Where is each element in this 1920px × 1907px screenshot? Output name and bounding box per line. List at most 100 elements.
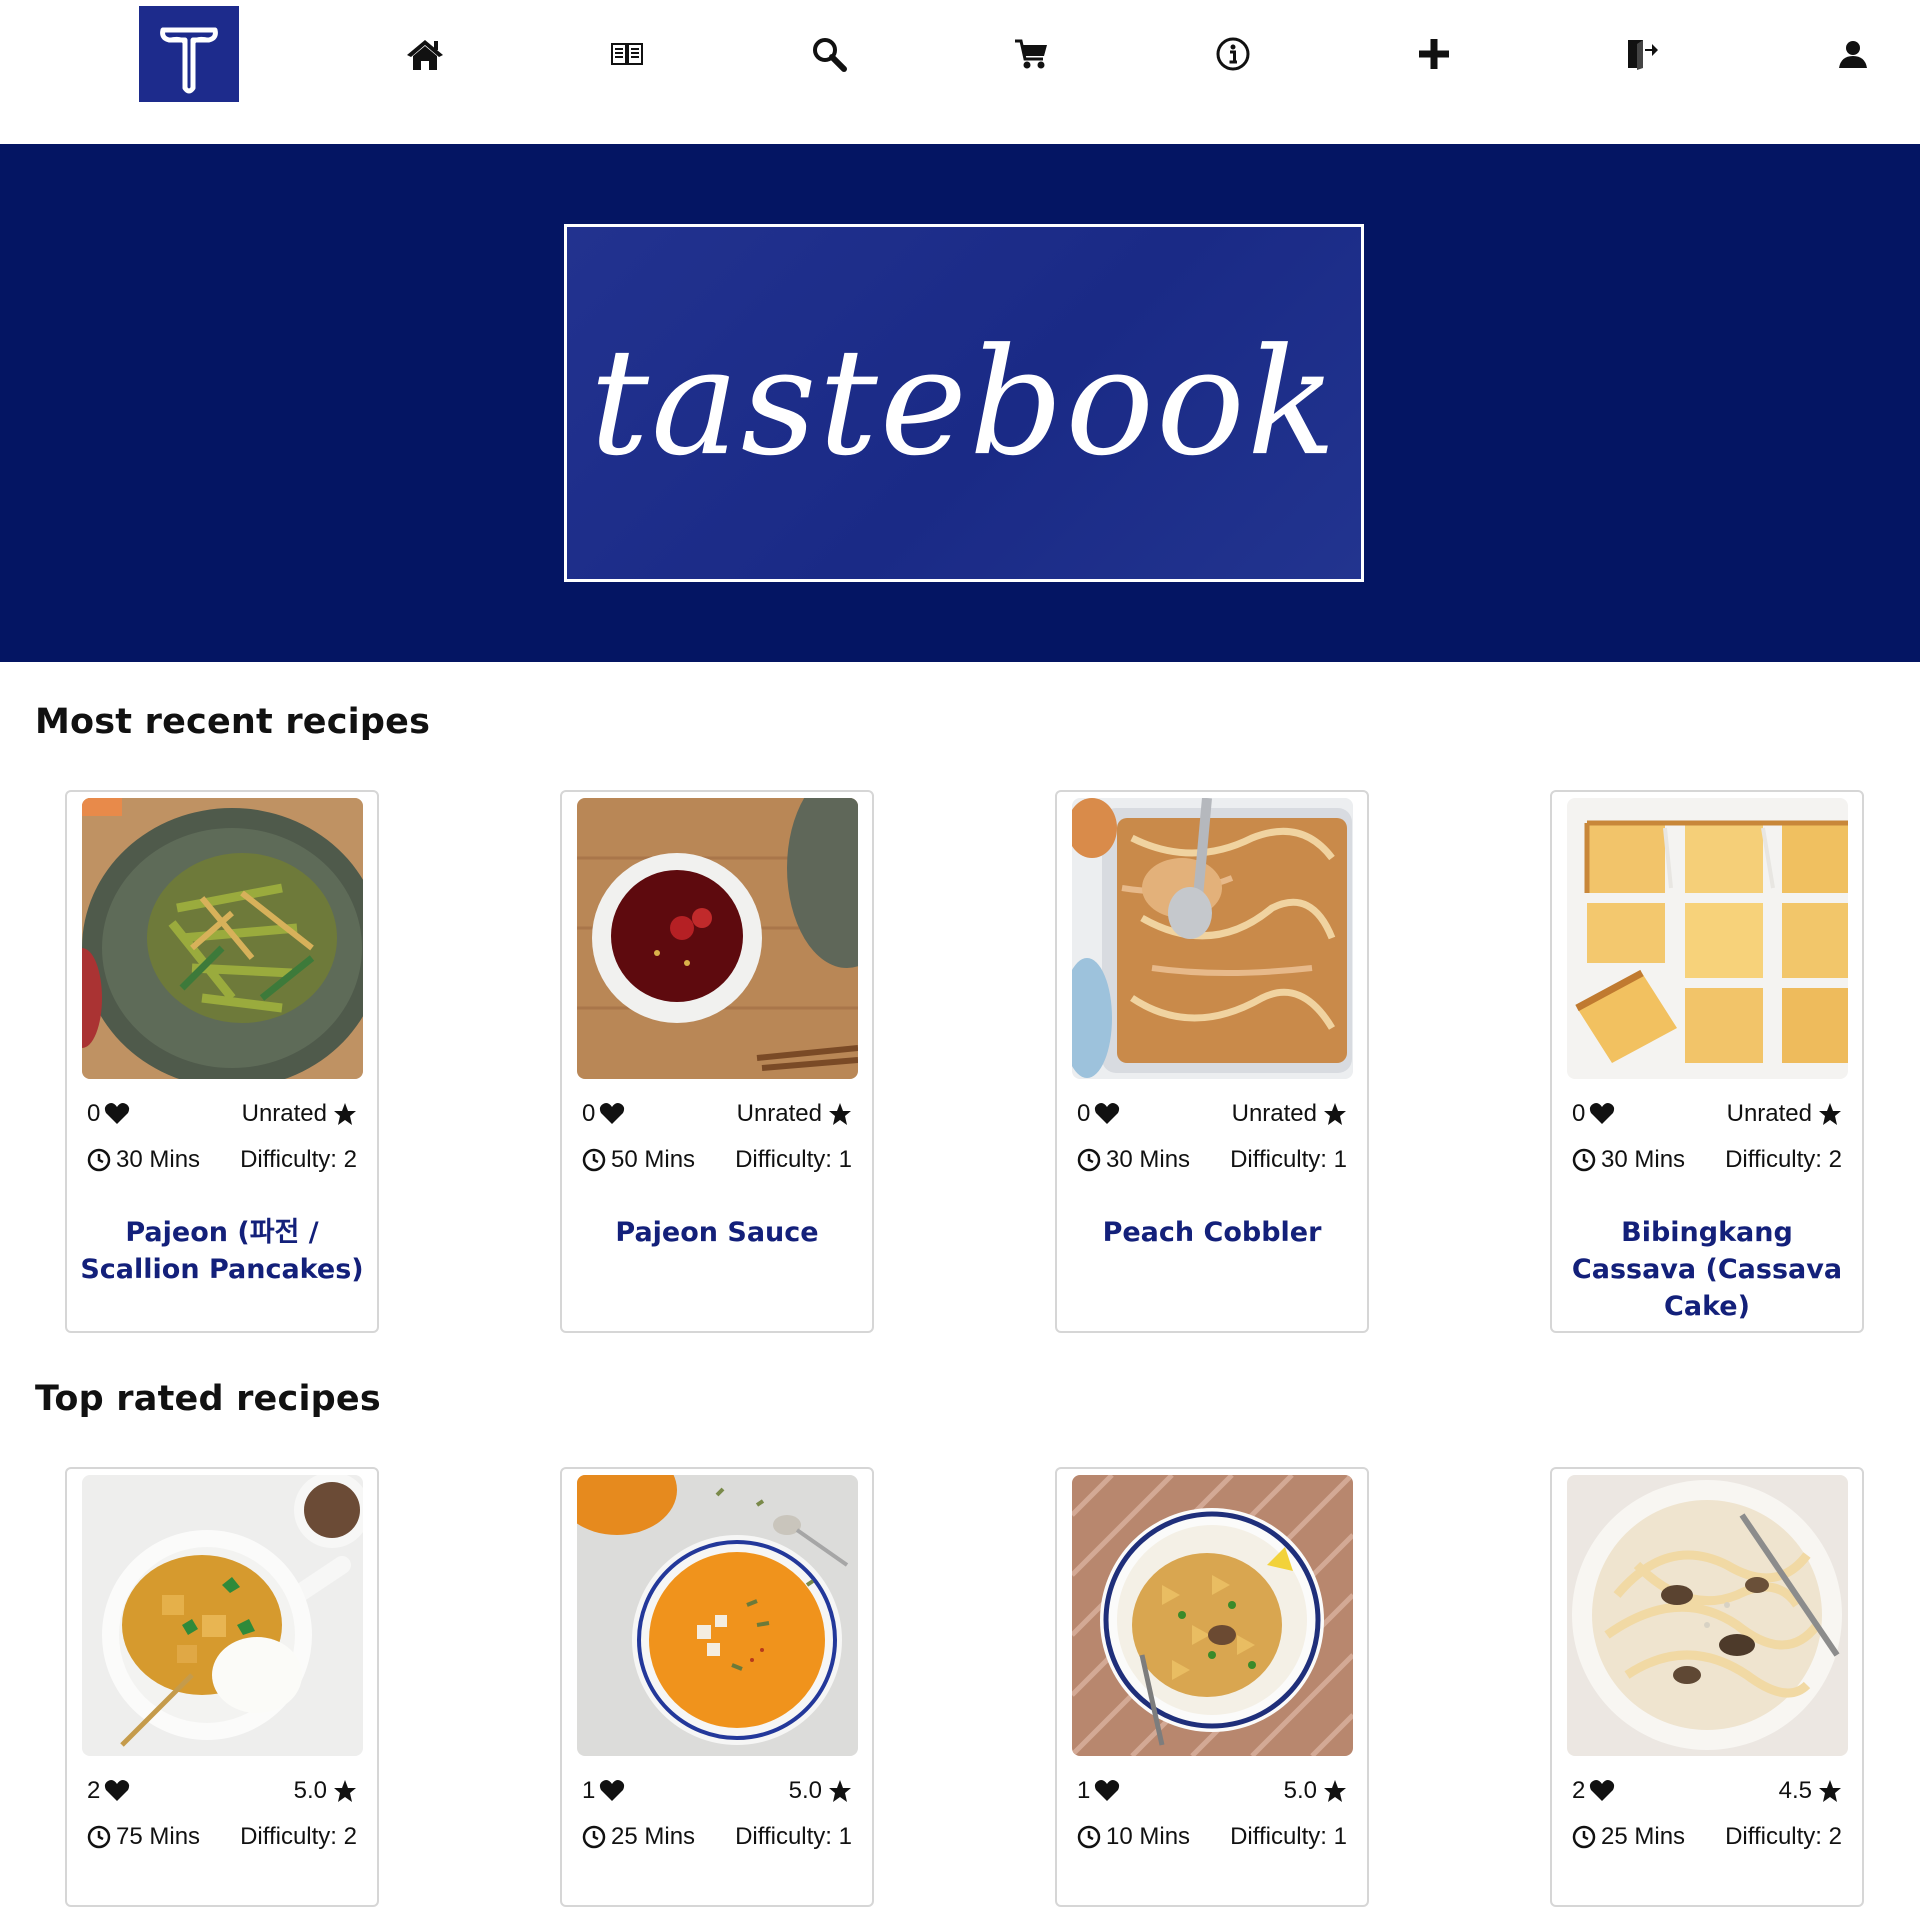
cook-time: 50 Mins xyxy=(582,1146,695,1174)
rating: Unrated xyxy=(1232,1100,1347,1128)
heart-icon xyxy=(105,1780,130,1801)
recipe-title[interactable]: Pajeon Sauce xyxy=(568,1214,866,1251)
likes-count: 1 xyxy=(582,1777,625,1805)
clock-icon xyxy=(1077,1148,1101,1172)
nav-cart[interactable] xyxy=(1007,30,1055,78)
rating: 5.0 xyxy=(1284,1777,1347,1805)
cook-time: 25 Mins xyxy=(1572,1823,1685,1851)
star-icon xyxy=(829,1780,851,1802)
svg-text:tastebook: tastebook xyxy=(590,316,1338,488)
plus-icon xyxy=(1419,39,1449,69)
nav-search[interactable] xyxy=(805,30,853,78)
likes-count: 0 xyxy=(87,1100,130,1128)
star-icon xyxy=(334,1103,356,1125)
difficulty: Difficulty: 2 xyxy=(1725,1823,1842,1850)
likes-count: 2 xyxy=(87,1777,130,1805)
book-icon xyxy=(611,43,643,65)
nav-logout[interactable] xyxy=(1618,30,1666,78)
tastebook-wordmark: tastebook xyxy=(590,316,1338,488)
heart-icon xyxy=(600,1103,625,1124)
clock-icon xyxy=(1572,1148,1596,1172)
heart-icon xyxy=(1095,1103,1120,1124)
tastebook-logo: tastebook xyxy=(564,224,1364,582)
rating: 5.0 xyxy=(789,1777,852,1805)
nav-about[interactable] xyxy=(1209,30,1257,78)
recipe-title[interactable]: Pajeon (파전 / Scallion Pancakes) xyxy=(73,1214,371,1288)
recipe-card[interactable]: 1 5.0 10 Mins Difficulty: 1 xyxy=(1055,1467,1369,1907)
cook-time: 30 Mins xyxy=(87,1146,200,1174)
recipe-card[interactable]: 2 5.0 75 Mins Difficulty: 2 xyxy=(65,1467,379,1907)
star-icon xyxy=(1324,1103,1346,1125)
recipe-title[interactable]: Peach Cobbler xyxy=(1063,1214,1361,1251)
rating: Unrated xyxy=(737,1100,852,1128)
recipe-image[interactable] xyxy=(577,1475,858,1756)
star-icon xyxy=(1819,1780,1841,1802)
heart-icon xyxy=(1590,1780,1615,1801)
recipe-card[interactable]: 1 5.0 25 Mins Difficulty: 1 xyxy=(560,1467,874,1907)
nav-profile[interactable] xyxy=(1829,30,1877,78)
clock-icon xyxy=(87,1148,111,1172)
recipe-image[interactable] xyxy=(1567,1475,1848,1756)
cook-time: 25 Mins xyxy=(582,1823,695,1851)
rating: 4.5 xyxy=(1779,1777,1842,1805)
clock-icon xyxy=(582,1148,606,1172)
difficulty: Difficulty: 1 xyxy=(1230,1823,1347,1850)
recipe-card[interactable]: 0 Unrated 30 Mins Difficulty: 2 Pajeon (… xyxy=(65,790,379,1333)
search-icon xyxy=(813,38,847,72)
nav-add-recipe[interactable] xyxy=(1410,30,1458,78)
heart-icon xyxy=(600,1780,625,1801)
likes-count: 2 xyxy=(1572,1777,1615,1805)
recipe-image[interactable] xyxy=(577,798,858,1079)
recipe-image[interactable] xyxy=(1567,798,1848,1079)
clock-icon xyxy=(1572,1825,1596,1849)
nav-home[interactable] xyxy=(401,30,449,78)
likes-count: 0 xyxy=(582,1100,625,1128)
site-logo[interactable] xyxy=(139,6,239,102)
rating: 5.0 xyxy=(294,1777,357,1805)
heart-icon xyxy=(105,1103,130,1124)
difficulty: Difficulty: 1 xyxy=(735,1146,852,1173)
difficulty: Difficulty: 2 xyxy=(240,1146,357,1173)
likes-count: 0 xyxy=(1077,1100,1120,1128)
clock-icon xyxy=(87,1825,111,1849)
section-title-recent: Most recent recipes xyxy=(35,702,431,742)
difficulty: Difficulty: 1 xyxy=(735,1823,852,1850)
likes-count: 0 xyxy=(1572,1100,1615,1128)
cook-time: 10 Mins xyxy=(1077,1823,1190,1851)
logout-icon xyxy=(1628,40,1658,70)
recipe-card[interactable]: 0 Unrated 30 Mins Difficulty: 1 Peach Co… xyxy=(1055,790,1369,1333)
star-icon xyxy=(829,1103,851,1125)
user-icon xyxy=(1839,41,1867,68)
star-icon xyxy=(334,1780,356,1802)
star-icon xyxy=(1819,1103,1841,1125)
difficulty: Difficulty: 2 xyxy=(1725,1146,1842,1173)
recipe-title[interactable]: Bibingkang Cassava (Cassava Cake) xyxy=(1558,1214,1856,1325)
recipe-card[interactable]: 0 Unrated 30 Mins Difficulty: 2 Bibingka… xyxy=(1550,790,1864,1333)
clock-icon xyxy=(582,1825,606,1849)
difficulty: Difficulty: 1 xyxy=(1230,1146,1347,1173)
nav-recipes[interactable] xyxy=(603,30,651,78)
recipe-card[interactable]: 0 Unrated 50 Mins Difficulty: 1 Pajeon S… xyxy=(560,790,874,1333)
recipe-image[interactable] xyxy=(1072,1475,1353,1756)
cook-time: 75 Mins xyxy=(87,1823,200,1851)
clock-icon xyxy=(1077,1825,1101,1849)
navbar xyxy=(0,0,1920,144)
cook-time: 30 Mins xyxy=(1572,1146,1685,1174)
rating: Unrated xyxy=(242,1100,357,1128)
cook-time: 30 Mins xyxy=(1077,1146,1190,1174)
hero-banner: tastebook xyxy=(0,144,1920,662)
heart-icon xyxy=(1590,1103,1615,1124)
rating: Unrated xyxy=(1727,1100,1842,1128)
info-icon xyxy=(1216,37,1250,71)
section-title-top-rated: Top rated recipes xyxy=(35,1379,381,1419)
home-icon xyxy=(407,40,443,70)
recipe-card[interactable]: 2 4.5 25 Mins Difficulty: 2 xyxy=(1550,1467,1864,1907)
likes-count: 1 xyxy=(1077,1777,1120,1805)
cart-icon xyxy=(1015,39,1047,69)
difficulty: Difficulty: 2 xyxy=(240,1823,357,1850)
recipe-image[interactable] xyxy=(82,798,363,1079)
logo-t-icon xyxy=(160,27,218,94)
recipe-image[interactable] xyxy=(82,1475,363,1756)
recipe-image[interactable] xyxy=(1072,798,1353,1079)
heart-icon xyxy=(1095,1780,1120,1801)
